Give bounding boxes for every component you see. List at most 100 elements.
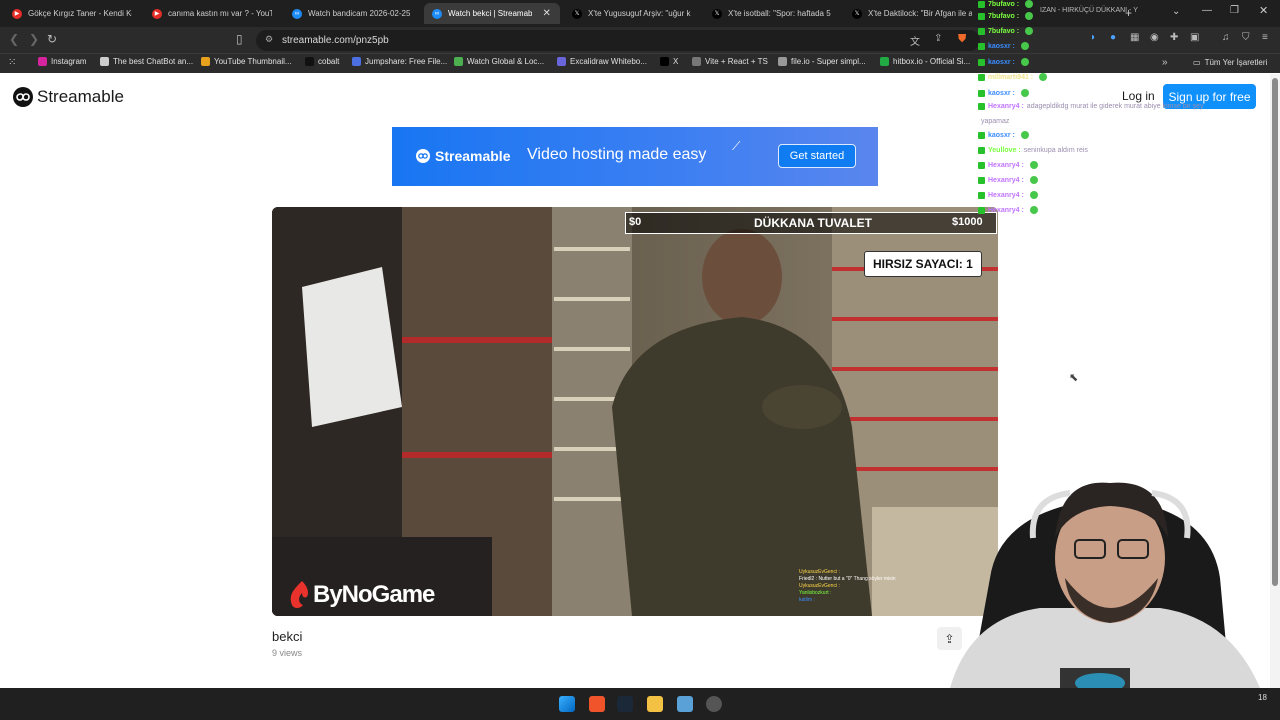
emote-icon — [1020, 89, 1029, 97]
bookmark-favicon-icon — [352, 57, 361, 66]
chat-text: seninkupa aldım reis — [1023, 147, 1088, 154]
mod-badge-icon — [978, 176, 985, 184]
app-icon[interactable] — [677, 696, 693, 712]
sparkle-icon: ⟋ — [732, 139, 741, 153]
bookmark-label: X — [673, 57, 679, 66]
mod-badge-icon — [978, 147, 985, 154]
bookmark-favicon-icon — [454, 57, 463, 66]
extension-icon[interactable]: ● — [1110, 32, 1116, 43]
mini-chat-line: katlim : — [799, 597, 815, 603]
bookmark-item[interactable]: X — [660, 57, 678, 66]
mouse-cursor-icon: ⬉ — [1069, 372, 1079, 384]
chat-message: Hexanry4 : — [978, 176, 1038, 184]
mod-badge-icon — [978, 103, 985, 110]
mod-badge-icon — [978, 0, 985, 8]
bookmarks-more-button[interactable]: » — [1162, 57, 1168, 68]
bookmark-item[interactable]: The best ChatBot an... — [100, 57, 193, 66]
apps-grid-icon[interactable]: ⁙ — [8, 57, 16, 68]
scrollbar-thumb[interactable] — [1272, 78, 1278, 586]
bookmark-item[interactable]: cobalt — [305, 57, 339, 66]
emote-icon — [1029, 176, 1038, 184]
bookmark-item[interactable]: Jumpshare: Free File... — [352, 57, 447, 66]
windows-taskbar: 18 — [0, 688, 1280, 720]
video-mini-chat: UykusuzEvGenci : Friedl2 : Nutter but a … — [799, 569, 896, 604]
minimize-icon[interactable]: — — [1202, 5, 1212, 16]
chat-message: 7bufavo : — [978, 12, 1034, 20]
bookmark-item[interactable]: Instagram — [38, 57, 87, 66]
bookmark-icon[interactable]: ▯ — [236, 32, 243, 46]
brave-browser-icon[interactable] — [589, 696, 605, 712]
browser-tab[interactable]: 𝕏 X'te Yugusuguf Arşiv: "uğur k — [564, 3, 700, 24]
get-started-button[interactable]: Get started — [778, 144, 856, 168]
chat-message: kaosxr : — [978, 131, 1029, 139]
bookmark-item[interactable]: Vite + React + TS — [692, 57, 768, 66]
extension-icon[interactable]: ▦ — [1130, 32, 1139, 43]
url-text: streamable.com/pnz5pb — [282, 35, 389, 46]
start-menu-icon[interactable] — [559, 696, 575, 712]
watermark-text: ByNoGame — [313, 581, 435, 608]
bookmark-label: hitbox.io - Official Si... — [893, 57, 971, 66]
extensions-puzzle-icon[interactable]: ✚ — [1170, 32, 1178, 43]
bookmark-favicon-icon — [201, 57, 210, 66]
music-icon[interactable]: ♫ — [1222, 32, 1230, 43]
browser-tab[interactable]: ∞ Watch bekci | Streamab ✕ — [424, 3, 560, 24]
bookmark-favicon-icon — [660, 57, 669, 66]
brave-shields-icon[interactable]: ⛊ — [958, 33, 966, 46]
extension-audio-icon[interactable]: ◗ — [1090, 32, 1096, 43]
video-player[interactable]: $0 DÜKKANA TUVALET $1000 HIRSIZ SAYACI: … — [272, 207, 998, 616]
browser-tab[interactable]: 𝕏 X'te Daktilock: "Bir Afgan ile a — [844, 3, 980, 24]
chat-message: millmarti941 : — [978, 73, 1048, 81]
reload-icon[interactable]: ↻ — [47, 32, 57, 46]
file-explorer-icon[interactable] — [647, 696, 663, 712]
x-icon: 𝕏 — [712, 8, 722, 19]
emote-icon — [1020, 131, 1029, 139]
tab-title: Watch bekci | Streamab — [448, 9, 533, 18]
logo-text: Streamable — [37, 87, 124, 106]
streamable-logo[interactable]: Streamable — [13, 87, 124, 107]
bookmark-item[interactable]: Excalidraw Whitebo... — [557, 57, 647, 66]
browser-tab[interactable]: 𝕏 X'te isotball: "Spor: haftada 5 t — [704, 3, 840, 24]
chat-message: yapamaz — [978, 118, 1009, 125]
chat-username: Hexanry4 : — [988, 176, 1024, 184]
emote-icon — [1025, 0, 1034, 8]
forward-icon[interactable]: ❯ — [29, 32, 39, 46]
address-bar[interactable]: ⚙ streamable.com/pnz5pb 文 ⇪ ⛊ — [256, 30, 980, 51]
chat-username: Hexanry4 : — [988, 103, 1024, 110]
vpn-icon[interactable]: ⛉ — [1242, 32, 1250, 43]
all-bookmarks-button[interactable]: ▭ Tüm Yer İşaretleri — [1193, 58, 1267, 67]
maximize-icon[interactable]: ❐ — [1230, 5, 1239, 16]
extension-icon[interactable]: ◉ — [1150, 32, 1159, 43]
mod-badge-icon — [978, 131, 985, 139]
bookmark-item[interactable]: file.io - Super simpl... — [778, 57, 866, 66]
app-icon[interactable] — [706, 696, 722, 712]
close-window-icon[interactable]: ✕ — [1259, 4, 1268, 17]
chat-message: kaosxr : — [978, 89, 1029, 97]
chat-text: yapamaz — [981, 118, 1010, 125]
translate-icon[interactable]: 文 — [910, 33, 920, 48]
close-tab-icon[interactable]: ✕ — [542, 8, 550, 19]
browser-tab[interactable]: ▶ Gökçe Kırgız Taner - Kendi Ke — [4, 3, 140, 24]
site-info-icon[interactable]: ⚙ — [265, 34, 273, 45]
ad-banner[interactable]: Streamable Video hosting made easy ⟋ Get… — [392, 127, 878, 186]
menu-icon[interactable]: ≡ — [1262, 32, 1268, 43]
tab-search-icon[interactable]: ⌄ — [1172, 6, 1180, 17]
login-link[interactable]: Log in — [1122, 89, 1155, 103]
tab-title: canıma kastın mı var ? - YouTu — [168, 9, 272, 18]
share-page-icon[interactable]: ⇪ — [934, 33, 942, 44]
bookmark-favicon-icon — [100, 57, 109, 66]
emote-icon — [1020, 58, 1029, 66]
browser-tab[interactable]: ∞ Watch bandicam 2026-02-25 — [284, 3, 420, 24]
browser-tab[interactable]: ▶ canıma kastın mı var ? - YouTu — [144, 3, 280, 24]
sidebar-icon[interactable]: ▣ — [1190, 32, 1199, 43]
chat-text: adagepldikdg murat ile giderek murat abi… — [1026, 103, 1204, 110]
bookmark-item[interactable]: Watch Global & Loc... — [454, 57, 544, 66]
bookmark-label: Instagram — [51, 57, 87, 66]
hud-left-value: $0 — [629, 216, 642, 228]
steam-icon[interactable] — [617, 696, 633, 712]
bookmark-item[interactable]: YouTube Thumbnail... — [201, 57, 292, 66]
chat-username: kaosxr : — [988, 58, 1015, 66]
back-icon[interactable]: ❮ — [9, 32, 19, 46]
emote-icon — [1020, 42, 1029, 50]
bookmark-item[interactable]: hitbox.io - Official Si... — [880, 57, 970, 66]
bookmark-label: cobalt — [318, 57, 340, 66]
